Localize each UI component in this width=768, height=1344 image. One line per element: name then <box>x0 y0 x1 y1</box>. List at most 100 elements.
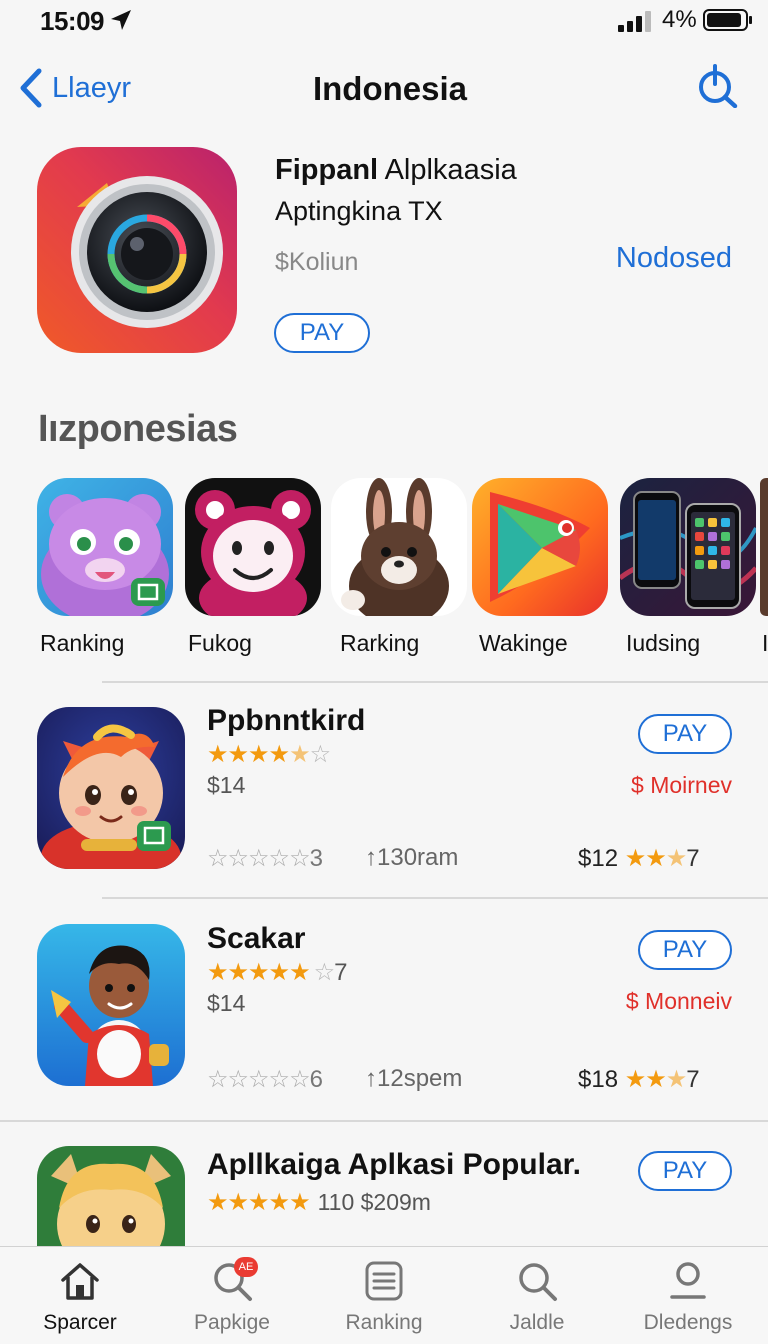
featured-app-status[interactable]: Nodosed <box>616 242 732 275</box>
app-icon-boy-character[interactable] <box>37 924 185 1086</box>
tab-label: Jaldle <box>509 1311 565 1334</box>
featured-app-price: $Koliun <box>275 248 359 276</box>
app-name[interactable]: Ppbnntkird <box>207 704 365 738</box>
category-label[interactable]: Iudsing <box>626 630 700 657</box>
tab-ranking[interactable]: Ranking <box>324 1259 444 1335</box>
featured-name-rest: Alplkaasia <box>384 154 517 186</box>
half-star-icon: ★ <box>289 741 310 768</box>
app-size-text: 130ram <box>377 844 459 871</box>
boy-character-icon <box>37 924 185 1086</box>
lion-character-icon <box>37 1146 185 1246</box>
cat-character-icon <box>37 707 185 869</box>
secondary-rating-count: 7 <box>686 845 700 872</box>
category-icon-phones[interactable] <box>620 478 756 616</box>
category-icon-purple-cat[interactable] <box>37 478 173 616</box>
search-icon <box>519 1263 557 1301</box>
category-label[interactable]: Ranking <box>40 630 124 657</box>
star-icon: ★★★★ <box>207 741 290 768</box>
secondary-price-rating: $18 ★★★7 <box>578 1065 700 1094</box>
category-icon-brown-bunny[interactable] <box>331 478 467 616</box>
featured-app-subtitle: Aptingkina TX <box>275 196 443 226</box>
battery-percent: 4% <box>662 6 697 33</box>
empty-rating: ☆☆☆☆☆3 <box>207 844 323 873</box>
star-rating: ★★★★★☆ <box>207 740 331 769</box>
partial-app-icon <box>760 478 768 616</box>
empty-star-icon: ☆ <box>309 741 331 768</box>
category-label[interactable]: Wakinge <box>479 630 568 657</box>
offer-text: $ Monneiv <box>625 988 732 1014</box>
chevron-left-icon <box>20 68 42 108</box>
tab-papkige[interactable]: AE Papkige <box>172 1257 292 1335</box>
upload-arrow-icon: ↑ <box>365 1065 377 1092</box>
app-size: ↑130ram <box>365 844 458 872</box>
app-name[interactable]: Apllkaiga Aplkasi Popular. <box>207 1148 581 1182</box>
category-label[interactable]: Rarking <box>340 630 419 657</box>
list-icon <box>365 1261 403 1301</box>
star-icon: ★★ <box>624 1066 667 1093</box>
app-name[interactable]: Scakar <box>207 922 305 956</box>
purple-cat-icon <box>37 478 173 616</box>
empty-rating-count: 3 <box>309 845 323 872</box>
empty-stars-icon: ☆☆☆☆☆ <box>207 845 311 872</box>
home-icon <box>61 1263 99 1300</box>
star-rating: ★★★★★ ☆7 <box>207 958 347 987</box>
app-icon-lion-character[interactable] <box>37 1146 185 1246</box>
tab-label: Dledengs <box>643 1311 733 1334</box>
star-icon: ★★ <box>624 845 667 872</box>
app-price: $14 <box>207 990 246 1016</box>
empty-rating-count: 6 <box>309 1066 323 1093</box>
star-icon: ★★★★★ <box>207 1189 311 1216</box>
play-triangle-icon <box>472 478 608 616</box>
pay-button[interactable]: PAY <box>638 714 732 754</box>
status-time: 15:09 <box>40 6 105 36</box>
secondary-rating-count: 7 <box>686 1066 700 1093</box>
featured-app-name: Fippanl Alplkaasia <box>275 154 517 187</box>
tab-sparcer[interactable]: Sparcer <box>20 1259 140 1335</box>
tab-label: Sparcer <box>43 1311 117 1334</box>
section-title: Iızponesias <box>38 408 238 450</box>
tab-dledengs[interactable]: Dledengs <box>628 1259 748 1335</box>
search-icon[interactable] <box>694 62 740 108</box>
half-star-icon: ★ <box>665 845 687 872</box>
pay-button[interactable]: PAY <box>638 1151 732 1191</box>
rating-count: 7 <box>334 959 348 986</box>
pay-button[interactable]: PAY <box>638 930 732 970</box>
featured-name-bold: Fippanl <box>275 154 379 186</box>
star-rating: ★★★★★ 110 $209m <box>207 1188 431 1217</box>
phones-icon <box>620 478 756 616</box>
category-label[interactable]: I <box>762 630 768 657</box>
secondary-price-rating: $12 ★★★7 <box>578 844 700 873</box>
pink-bear-icon <box>185 478 321 616</box>
signal-icon <box>618 11 651 32</box>
offer-text: $ Moirnev <box>631 772 732 798</box>
page-title: Indonesia <box>312 70 468 107</box>
featured-pay-button[interactable]: PAY <box>274 313 370 353</box>
battery-icon <box>703 9 752 31</box>
upload-arrow-icon: ↑ <box>365 844 377 871</box>
status-bar: 15:09 4% <box>0 0 768 44</box>
featured-app-icon[interactable] <box>37 147 237 353</box>
tab-jaldle[interactable]: Jaldle <box>477 1259 597 1335</box>
rating-extra: 110 $209m <box>317 1189 431 1215</box>
app-price: $14 <box>207 772 246 798</box>
category-icon-pink-bear[interactable] <box>185 478 321 616</box>
category-icon-play-store[interactable] <box>472 478 608 616</box>
bunny-icon <box>331 478 467 616</box>
category-icon-partial[interactable] <box>760 478 768 616</box>
divider <box>102 681 768 683</box>
back-label: Llaeyr <box>52 71 131 104</box>
divider <box>0 1120 768 1122</box>
secondary-price: $18 <box>578 1066 619 1093</box>
app-size-text: 12spem <box>377 1065 463 1092</box>
app-icon-cat-character[interactable] <box>37 707 185 869</box>
app-size: ↑12spem <box>365 1065 462 1093</box>
tab-label: Papkige <box>194 1311 270 1334</box>
tab-bar: Sparcer AE Papkige Ranking Jaldle Dleden… <box>0 1246 768 1344</box>
empty-star-icon: ☆ <box>313 959 335 986</box>
empty-rating: ☆☆☆☆☆6 <box>207 1065 323 1094</box>
empty-stars-icon: ☆☆☆☆☆ <box>207 1066 311 1093</box>
divider <box>102 897 768 899</box>
category-label[interactable]: Fukog <box>188 630 252 657</box>
back-button[interactable]: Llaeyr <box>18 66 131 110</box>
person-icon <box>670 1262 706 1299</box>
